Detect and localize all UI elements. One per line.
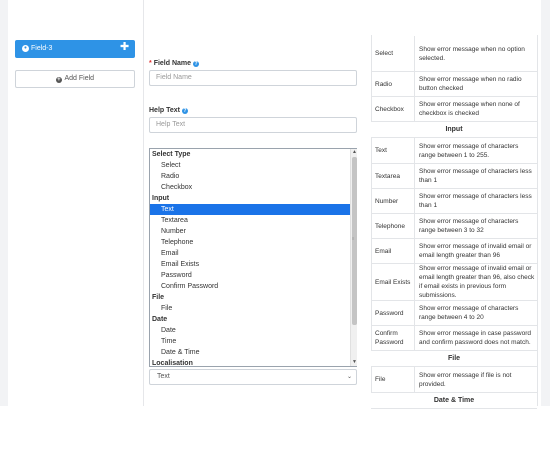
validation-description-cell: Show error message in case password and … — [419, 330, 531, 346]
section-title: Input — [445, 126, 463, 133]
dropdown-options: Select Type Select Radio Checkbox Input Text T… — [150, 149, 350, 367]
type-select[interactable]: Text ⌄ — [149, 369, 357, 385]
right-gutter — [541, 0, 550, 406]
table-row: Number Show error message of characters l… — [371, 189, 537, 214]
field-name-placeholder: Field Name — [156, 74, 192, 81]
dropdown-option[interactable]: Date & Time — [150, 347, 350, 358]
validation-description-cell: Show error message of characters range b… — [419, 142, 519, 159]
field-type-cell: Number — [371, 189, 415, 213]
section-title: Date & Time — [433, 397, 475, 404]
dropdown-option[interactable]: Email Exists — [150, 259, 350, 270]
table-row: Confirm Password Show error message in ca… — [371, 326, 537, 351]
table-section-header: Input — [371, 122, 537, 138]
field-name-input[interactable]: Field Name — [149, 70, 357, 86]
validation-description-cell: Show error message of characters range b… — [419, 218, 519, 234]
field-type-cell: Select — [371, 36, 415, 71]
dropdown-option[interactable]: Confirm Password — [150, 281, 350, 292]
type-dropdown-list[interactable]: Select Type Select Radio Checkbox Input Text T… — [149, 148, 357, 367]
dropdown-group-label: Input — [152, 195, 170, 202]
dropdown-group-label: Select Type — [152, 151, 191, 158]
circle-icon: • — [22, 45, 29, 52]
field-type-cell: Confirm Password — [371, 326, 415, 350]
dropdown-option[interactable]: Email — [150, 248, 350, 259]
info-icon[interactable]: ? — [193, 61, 199, 67]
scroll-down-icon[interactable]: ▼ — [351, 359, 358, 366]
validation-description-cell: Show error message of characters less th… — [419, 193, 532, 209]
table-section-header: Date & Time — [371, 393, 537, 409]
help-text-label: Help Text ? — [149, 107, 188, 114]
add-field-label: Add Field — [64, 75, 95, 82]
validation-description-cell: Show error message of characters range b… — [419, 305, 519, 321]
field-type-cell: Email Exists — [371, 264, 415, 300]
field-type-cell: Textarea — [371, 164, 415, 188]
field-type-cell: Text — [371, 138, 415, 163]
field-item-label: Field-3 — [31, 45, 53, 52]
dropdown-option[interactable]: Date — [150, 325, 350, 336]
dropdown-group-label: File — [152, 294, 165, 301]
scroll-up-icon[interactable]: ▲ — [351, 149, 358, 156]
dropdown-group-label: Localisation — [152, 360, 193, 367]
table-row: Select Show error message when no option … — [371, 36, 537, 72]
dropdown-group-label: Date — [152, 316, 168, 323]
section-title: File — [447, 355, 461, 362]
field-type-cell: Password — [371, 301, 415, 325]
chevron-down-icon: ⌄ — [346, 374, 352, 380]
type-select-value: Text — [157, 373, 170, 380]
field-item-field-3[interactable]: • Field-3 ✚ — [15, 40, 135, 58]
field-name-label: * Field Name ? — [149, 60, 199, 67]
field-type-cell: File — [371, 367, 415, 392]
validation-description-cell: Show error message when no option select… — [419, 45, 525, 62]
table-row: Textarea Show error message of characters… — [371, 164, 537, 189]
field-type-cell: Email — [371, 239, 415, 263]
dropdown-option[interactable]: Textarea — [150, 215, 350, 226]
scroll-thumb[interactable] — [352, 157, 357, 325]
dropdown-option[interactable]: File — [150, 303, 350, 314]
dropdown-option[interactable]: Select — [150, 160, 350, 171]
table-border — [537, 35, 538, 406]
table-section-header: File — [371, 351, 537, 367]
info-icon[interactable]: ? — [181, 108, 188, 114]
help-text-input[interactable]: Help Text — [149, 117, 357, 133]
plus-circle-icon: + — [55, 77, 62, 83]
left-gutter — [0, 0, 8, 406]
dropdown-option[interactable]: Telephone — [150, 237, 350, 248]
help-text-label-text: Help Text — [149, 107, 180, 114]
field-type-cell: Radio — [371, 72, 415, 96]
required-marker: * — [149, 60, 152, 67]
table-row: Radio Show error message when no radio bu… — [371, 72, 537, 97]
field-type-cell: Checkbox — [371, 97, 415, 121]
validation-description-cell: Show error message of characters less th… — [419, 168, 532, 184]
help-text-placeholder: Help Text — [156, 121, 186, 128]
table-row: Email Show error message of invalid email… — [371, 239, 537, 264]
validation-description-cell: Show error message of invalid email or e… — [419, 265, 535, 299]
table-row: Text Show error message of characters ran… — [371, 138, 537, 164]
add-field-button[interactable]: + Add Field — [15, 70, 135, 88]
dropdown-option[interactable]: Time — [150, 336, 350, 347]
table-row: Telephone Show error message of character… — [371, 214, 537, 239]
field-type-cell: Telephone — [371, 214, 415, 238]
panel-divider — [143, 0, 144, 406]
table-row: Checkbox Show error message when none of … — [371, 97, 537, 122]
dropdown-option[interactable]: Text — [150, 204, 350, 215]
move-icon[interactable]: ✚ — [120, 42, 129, 53]
field-name-label-text: Field Name — [153, 60, 192, 67]
validation-description-cell: Show error message when no radio button … — [419, 76, 522, 92]
dropdown-option[interactable]: Number — [150, 226, 350, 237]
dropdown-option[interactable]: Checkbox — [150, 182, 350, 193]
grip-icon: ≡ — [352, 236, 355, 241]
table-row: Password Show error message of characters… — [371, 301, 537, 326]
validation-description-cell: Show error message of invalid email or e… — [419, 243, 532, 259]
table-row: Email Exists Show error message of invali… — [371, 264, 537, 301]
dropdown-option[interactable]: Radio — [150, 171, 350, 182]
dropdown-scrollbar[interactable]: ▲ ≡ ▼ — [350, 149, 357, 366]
validation-description-cell: Show error message when none of checkbox… — [419, 101, 520, 117]
dropdown-option[interactable]: Password — [150, 270, 350, 281]
table-row: File Show error message if file is not pr… — [371, 367, 537, 393]
validation-description-cell: Show error message if file is not provid… — [419, 371, 512, 388]
